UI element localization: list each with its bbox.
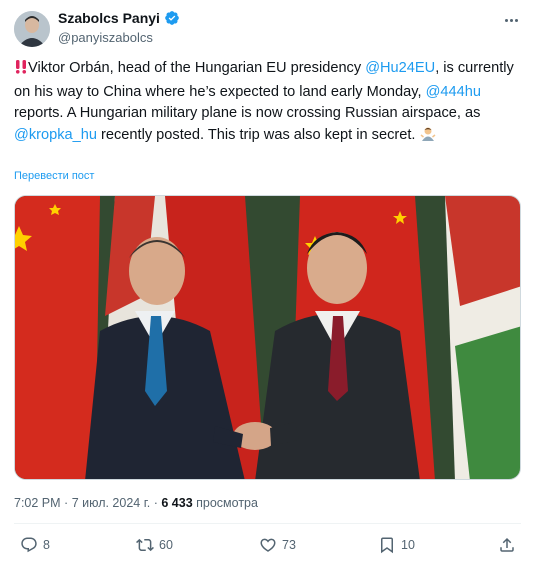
translate-post-link[interactable]: Перевести пост	[14, 170, 94, 182]
double-exclamation-icon	[14, 59, 28, 82]
action-bar: 8 60 73 10	[0, 536, 535, 560]
avatar[interactable]	[14, 11, 50, 47]
heart-icon	[260, 538, 276, 552]
like-count: 73	[282, 538, 296, 552]
like-button[interactable]: 73	[259, 536, 296, 554]
share-button[interactable]	[498, 536, 516, 554]
mention-link[interactable]: @Hu24EU	[365, 60, 435, 76]
post-time[interactable]: 7:02 PM	[14, 496, 61, 510]
more-options-icon[interactable]	[501, 12, 521, 28]
verified-badge-icon	[165, 11, 179, 25]
tweet-header: Szabolcs Panyi @panyiszabolcs	[14, 10, 521, 50]
bookmark-button[interactable]: 10	[378, 536, 415, 554]
repost-count: 60	[159, 538, 173, 552]
mention-link[interactable]: @444hu	[426, 84, 481, 100]
person-shrugging-icon	[420, 126, 436, 149]
post-date[interactable]: 7 июл. 2024 г.	[72, 496, 151, 510]
repost-button[interactable]: 60	[136, 536, 173, 554]
mention-link[interactable]: @kropka_hu	[14, 127, 97, 143]
post-meta: 7:02 PM · 7 июл. 2024 г. · 6 433 просмот…	[14, 496, 258, 510]
views-count: 6 433	[161, 496, 193, 510]
author-name[interactable]: Szabolcs Panyi	[58, 10, 160, 26]
separator-dot: ·	[64, 496, 72, 510]
tweet-photo[interactable]	[14, 195, 521, 480]
repost-icon	[136, 538, 154, 552]
bookmark-icon	[381, 537, 393, 554]
reply-icon	[21, 537, 37, 553]
tweet-text: Viktor Orbán, head of the Hungarian EU p…	[14, 58, 522, 148]
tweet-text-part: reports. A Hungarian military plane is n…	[14, 105, 481, 121]
bookmark-count: 10	[401, 538, 415, 552]
tweet-text-part: Viktor Orbán, head of the Hungarian EU p…	[28, 60, 366, 76]
author-handle[interactable]: @panyiszabolcs	[58, 30, 153, 45]
reply-count: 8	[43, 538, 50, 552]
reply-button[interactable]: 8	[20, 536, 50, 554]
divider	[14, 523, 521, 524]
tweet-text-part: recently posted. This trip was also kept…	[96, 126, 416, 143]
views-label: просмотра	[196, 496, 258, 510]
share-icon	[500, 537, 514, 552]
